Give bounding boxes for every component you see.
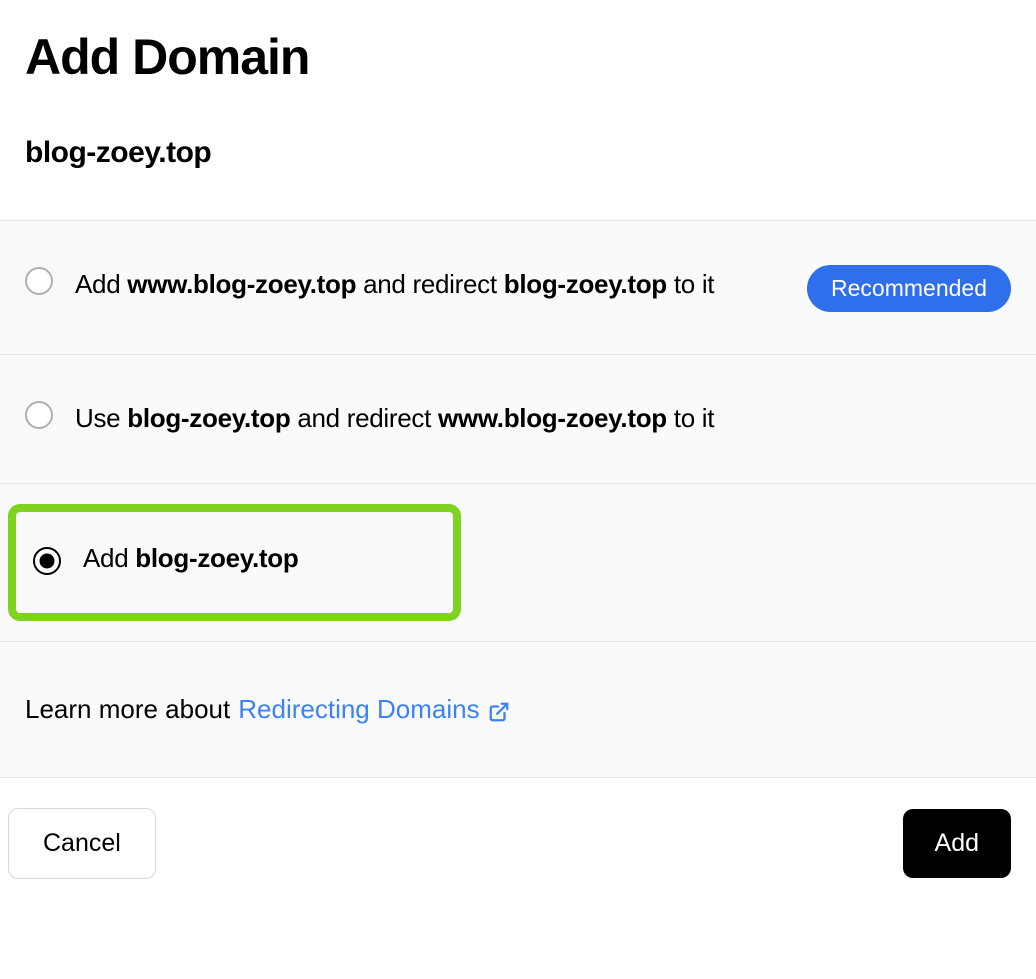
option-label: Use blog-zoey.top and redirect www.blog-…: [75, 397, 1011, 441]
domain-options: Add www.blog-zoey.top and redirect blog-…: [0, 220, 1036, 778]
option-add-apex-only[interactable]: Add blog-zoey.top: [0, 484, 1036, 643]
link-text: Redirecting Domains: [238, 694, 479, 725]
recommended-badge: Recommended: [807, 265, 1011, 312]
text-bold: blog-zoey.top: [135, 543, 298, 573]
text-bold: www.blog-zoey.top: [127, 269, 356, 299]
text-segment: Add: [75, 269, 127, 299]
text-segment: and redirect: [290, 403, 438, 433]
text-segment: to it: [667, 269, 714, 299]
page-title: Add Domain: [25, 28, 1011, 86]
dialog-footer: Cancel Add: [0, 778, 1036, 897]
learn-more-row: Learn more about Redirecting Domains: [0, 642, 1036, 778]
domain-name: blog-zoey.top: [25, 136, 1011, 170]
radio-icon[interactable]: [25, 267, 53, 295]
cancel-button[interactable]: Cancel: [8, 808, 156, 879]
add-button[interactable]: Add: [903, 809, 1011, 878]
radio-icon[interactable]: [25, 401, 53, 429]
text-bold: www.blog-zoey.top: [438, 403, 667, 433]
learn-more-prefix: Learn more about: [25, 694, 230, 725]
text-segment: and redirect: [356, 269, 504, 299]
option-label: Add www.blog-zoey.top and redirect blog-…: [75, 263, 785, 307]
redirecting-domains-link[interactable]: Redirecting Domains: [238, 694, 509, 725]
text-bold: blog-zoey.top: [127, 403, 290, 433]
text-segment: Add: [83, 543, 135, 573]
text-bold: blog-zoey.top: [504, 269, 667, 299]
highlight-box: Add blog-zoey.top: [8, 504, 461, 622]
option-add-www-redirect-apex[interactable]: Add www.blog-zoey.top and redirect blog-…: [0, 221, 1036, 355]
radio-icon[interactable]: [33, 547, 61, 575]
option-label: Add blog-zoey.top: [83, 542, 436, 576]
external-link-icon: [488, 699, 510, 721]
option-use-apex-redirect-www[interactable]: Use blog-zoey.top and redirect www.blog-…: [0, 355, 1036, 484]
text-segment: Use: [75, 403, 127, 433]
text-segment: to it: [667, 403, 714, 433]
